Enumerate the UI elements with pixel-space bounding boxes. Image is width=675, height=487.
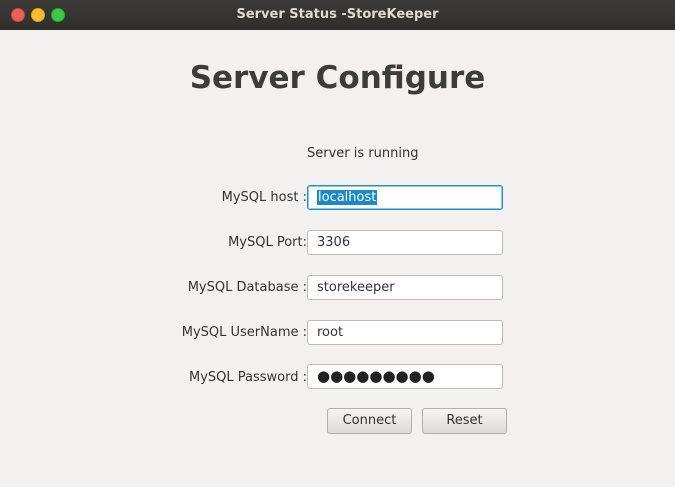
- mysql-username-label: MySQL UserName :: [181, 325, 307, 340]
- maximize-window-icon[interactable]: [51, 8, 65, 22]
- close-window-icon[interactable]: [11, 8, 25, 22]
- window-title: Server Status -StoreKeeper: [236, 7, 439, 22]
- mysql-database-label: MySQL Database :: [187, 280, 307, 295]
- minimize-window-icon[interactable]: [31, 8, 45, 22]
- mysql-port-value: 3306: [317, 235, 351, 250]
- mysql-password-input[interactable]: ●●●●●●●●●: [307, 364, 503, 389]
- server-status-text: Server is running: [307, 146, 419, 161]
- mysql-password-mask: ●●●●●●●●●: [317, 367, 435, 385]
- reset-button[interactable]: Reset: [422, 408, 507, 434]
- mysql-username-value: root: [317, 325, 344, 340]
- mysql-password-label: MySQL Password :: [188, 370, 307, 385]
- connect-button[interactable]: Connect: [327, 408, 412, 434]
- mysql-port-label: MySQL Port:: [228, 235, 307, 250]
- mysql-username-input[interactable]: root: [307, 320, 503, 345]
- mysql-host-value: localhost: [317, 190, 378, 205]
- mysql-database-input[interactable]: storekeeper: [307, 275, 503, 300]
- page-title: Server Configure: [189, 60, 486, 96]
- mysql-host-label: MySQL host :: [221, 190, 307, 205]
- mysql-database-value: storekeeper: [317, 280, 395, 295]
- mysql-host-input[interactable]: localhost: [307, 185, 503, 210]
- mysql-port-input[interactable]: 3306: [307, 230, 503, 255]
- app-window: Server Status -StoreKeeper Server Config…: [0, 0, 675, 487]
- title-bar: Server Status -StoreKeeper: [0, 0, 675, 30]
